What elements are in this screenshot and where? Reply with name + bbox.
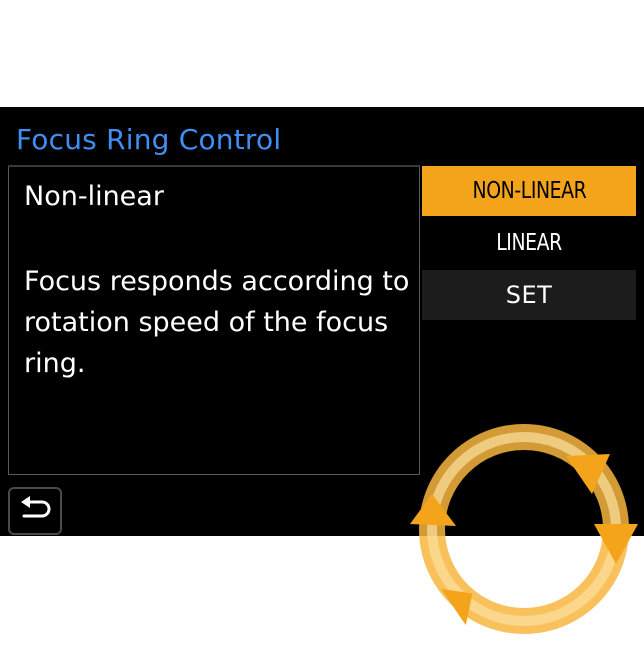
description-panel: Non-linear Focus responds according to r…: [8, 167, 420, 475]
page-title: Focus Ring Control: [16, 123, 282, 156]
option-label: SET: [505, 281, 553, 309]
option-label: NON-LINEAR: [472, 178, 586, 204]
return-arrow-icon: [18, 496, 52, 526]
option-description: Focus responds according to rotation spe…: [24, 266, 410, 379]
option-non-linear[interactable]: NON-LINEAR: [422, 166, 636, 216]
rotate-dial-icon: [404, 414, 644, 644]
option-linear[interactable]: LINEAR: [422, 218, 636, 268]
set-button[interactable]: SET: [422, 270, 636, 320]
back-button[interactable]: [8, 487, 62, 535]
selected-option-heading: Non-linear: [24, 181, 164, 212]
option-label: LINEAR: [496, 230, 562, 256]
